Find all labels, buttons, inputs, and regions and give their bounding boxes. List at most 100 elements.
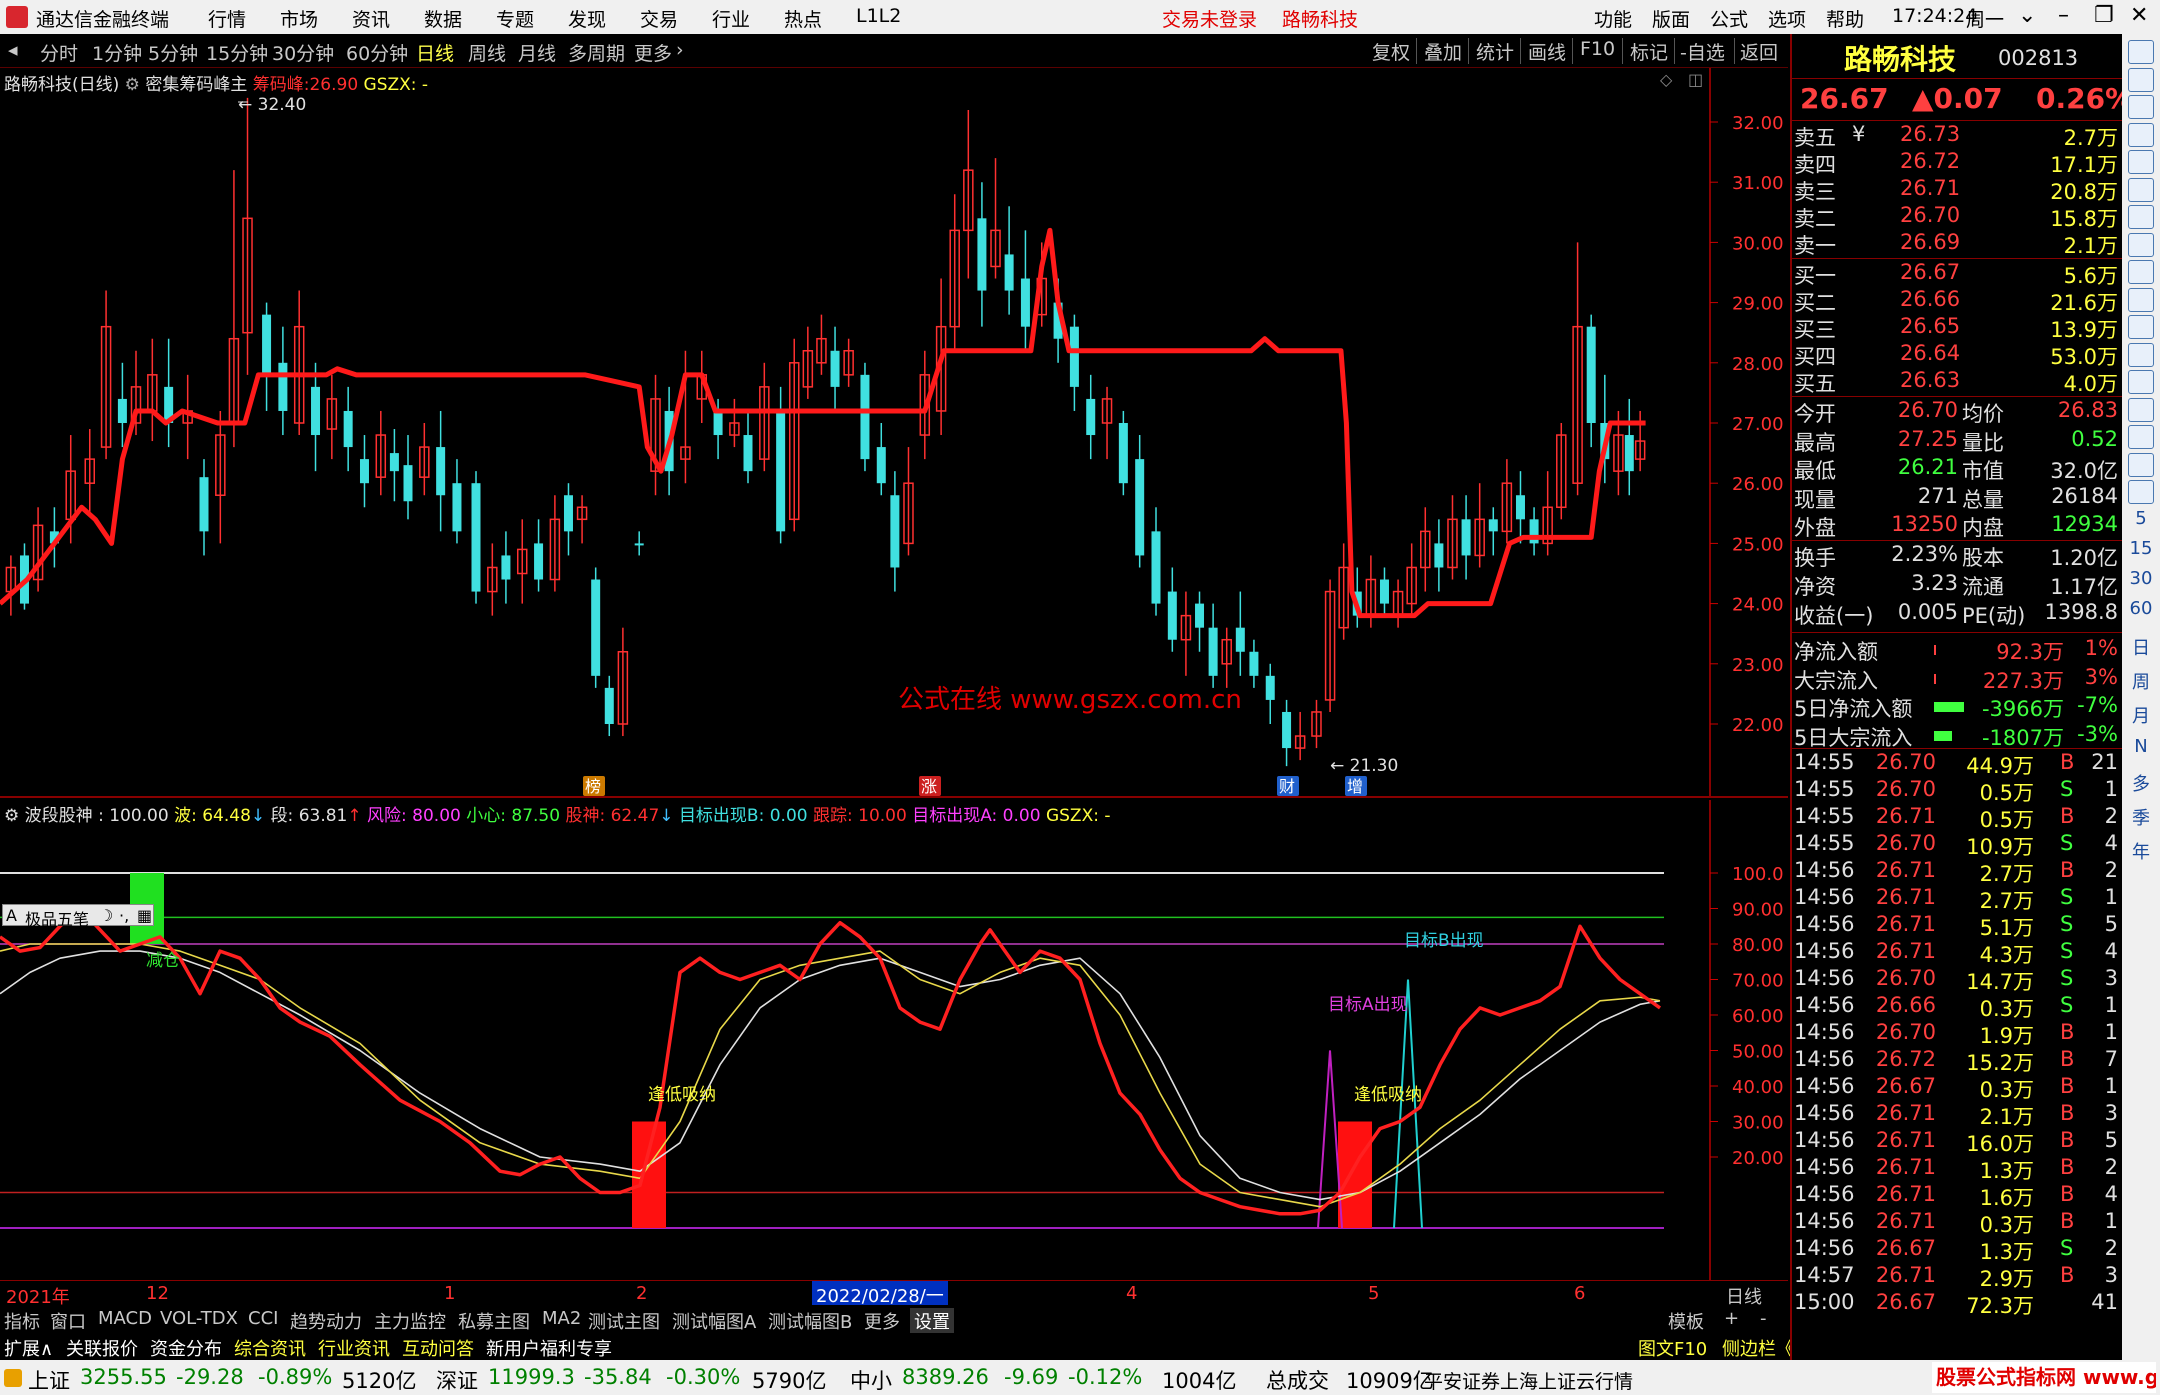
index-sh-name[interactable]: 上证 — [28, 1365, 70, 1395]
tab-remove[interactable]: - — [1760, 1308, 1767, 1329]
grid-icon[interactable] — [2128, 122, 2154, 147]
move-icon[interactable] — [2128, 397, 2154, 422]
people-icon[interactable] — [2128, 315, 2154, 339]
f2-icon[interactable] — [2128, 287, 2154, 312]
menu-item-discover[interactable]: 发现 — [568, 5, 606, 32]
f10-icon[interactable] — [2128, 232, 2154, 257]
period-shortcut[interactable]: 季 — [2122, 804, 2160, 830]
period-number-60[interactable]: 60 — [2122, 598, 2160, 619]
tab-test-sub-b[interactable]: 测试幅图B — [768, 1308, 852, 1334]
main-chart-panel[interactable]: 路畅科技(日线) ⚙ 密集筹码峰主 筹码峰:26.90 GSZX: - ◇ ◫ … — [0, 68, 1788, 798]
pencil-icon[interactable] — [2128, 425, 2154, 449]
menu-item-l1l2[interactable]: L1L2 — [856, 5, 901, 27]
tab-industry-news[interactable]: 行业资讯 — [318, 1335, 390, 1361]
index-sz-name[interactable]: 深证 — [436, 1365, 478, 1395]
tool-overlay[interactable]: 叠加 — [1424, 38, 1462, 65]
minimize-icon[interactable]: – — [2058, 3, 2069, 28]
period-daily[interactable]: 日线 — [416, 39, 454, 66]
chart-icon[interactable] — [2128, 150, 2154, 174]
period-shortcut[interactable]: 年 — [2122, 838, 2160, 864]
doc-icon[interactable] — [2128, 452, 2154, 477]
tab-trend-power[interactable]: 趋势动力 — [290, 1308, 362, 1334]
period-more[interactable]: 更多 — [634, 39, 672, 66]
table-icon[interactable] — [2128, 260, 2154, 284]
menu-item-quotes[interactable]: 行情 — [208, 5, 246, 32]
period-multi[interactable]: 多周期 — [568, 39, 625, 66]
login-status[interactable]: 交易未登录 — [1162, 5, 1257, 32]
period-shortcut[interactable]: 多 — [2122, 770, 2160, 796]
menu-item-industry[interactable]: 行业 — [712, 5, 750, 32]
menu-item-topics[interactable]: 专题 — [496, 5, 534, 32]
menu-item-formula[interactable]: 公式 — [1710, 5, 1748, 32]
menu-item-options[interactable]: 选项 — [1768, 5, 1806, 32]
period-1min[interactable]: 1分钟 — [92, 39, 142, 66]
tab-related-quotes[interactable]: 关联报价 — [66, 1335, 138, 1361]
menu-item-hot[interactable]: 热点 — [784, 5, 822, 32]
maximize-icon[interactable]: ❐ — [2094, 3, 2114, 28]
ime-icon[interactable]: A — [6, 906, 17, 925]
tab-test-main[interactable]: 测试主图 — [588, 1308, 660, 1334]
index-zx-name[interactable]: 中小 — [850, 1365, 892, 1395]
period-number-15[interactable]: 15 — [2122, 538, 2160, 559]
crosshair-icon[interactable] — [2128, 342, 2154, 367]
pie-icon[interactable] — [2128, 480, 2154, 504]
menu-item-function[interactable]: 功能 — [1594, 5, 1632, 32]
indicator-panel[interactable]: ⚙ 波段股神 : 100.00 波: 64.48↓ 段: 63.81↑ 风险: … — [0, 800, 1788, 1280]
tab-expand[interactable]: 扩展∧ — [4, 1335, 53, 1361]
tab-interactive-qa[interactable]: 互动问答 — [402, 1335, 474, 1361]
tab-ma2[interactable]: MA2 — [542, 1308, 581, 1329]
close-panel-icon[interactable] — [2128, 40, 2154, 64]
up-arrow-icon[interactable] — [2128, 67, 2154, 92]
tool-back[interactable]: 返回 — [1740, 38, 1778, 65]
tab-fund-distribution[interactable]: 资金分布 — [150, 1335, 222, 1361]
candle-icon[interactable] — [2128, 177, 2154, 202]
tab-vol-tdx[interactable]: VOL-TDX — [160, 1308, 238, 1329]
period-weekly[interactable]: 周线 — [468, 39, 506, 66]
period-shortcut[interactable]: 日 — [2122, 634, 2160, 660]
ime-toolbar[interactable]: A 极品五笔 ☽ ·, ▦ — [2, 904, 154, 929]
period-number-30[interactable]: 30 — [2122, 568, 2160, 589]
tab-private-main[interactable]: 私募主图 — [458, 1308, 530, 1334]
dropdown-icon[interactable]: ⌄ — [2018, 3, 2036, 28]
tab-settings[interactable]: 设置 — [910, 1308, 954, 1334]
tool-f10[interactable]: F10 — [1580, 38, 1615, 60]
menu-item-market[interactable]: 市场 — [280, 5, 318, 32]
list-icon[interactable] — [2128, 205, 2154, 229]
rsi-icon[interactable] — [2128, 370, 2154, 394]
tool-remove-watchlist[interactable]: -自选 — [1680, 38, 1725, 65]
ad-banner[interactable]: 股票公式指标网 www.gszx.com.cn — [1932, 1362, 2156, 1393]
tab-cci[interactable]: CCI — [248, 1308, 278, 1329]
tab-template[interactable]: 模板 — [1668, 1308, 1704, 1334]
tab-general-news[interactable]: 综合资讯 — [234, 1335, 306, 1361]
candlestick-chart[interactable]: 32.00 31.00 30.00 29.00 28.00 27.00 26.00 25.00… — [0, 68, 1788, 798]
more-arrow-icon[interactable]: › — [676, 39, 684, 61]
menu-item-news[interactable]: 资讯 — [352, 5, 390, 32]
menu-item-help[interactable]: 帮助 — [1826, 5, 1864, 32]
ime-keyboard-icon[interactable]: ▦ — [137, 906, 152, 925]
period-shortcut[interactable]: 月 — [2122, 702, 2160, 728]
tab-new-user-benefits[interactable]: 新用户福利专享 — [486, 1335, 612, 1361]
menu-item-trade[interactable]: 交易 — [640, 5, 678, 32]
collapse-icon[interactable]: ◂ — [8, 39, 18, 61]
period-60min[interactable]: 60分钟 — [346, 39, 408, 66]
period-15min[interactable]: 15分钟 — [206, 39, 268, 66]
close-icon[interactable]: ✕ — [2130, 3, 2148, 28]
ime-punct-icon[interactable]: ·, — [119, 906, 129, 925]
tab-more[interactable]: 更多 — [864, 1308, 900, 1334]
tab-add[interactable]: + — [1724, 1308, 1739, 1329]
tab-indicator[interactable]: 指标 — [4, 1308, 40, 1334]
period-intraday[interactable]: 分时 — [40, 39, 78, 66]
period-shortcut[interactable]: 周 — [2122, 668, 2160, 694]
tool-draw[interactable]: 画线 — [1528, 38, 1566, 65]
ime-moon-icon[interactable]: ☽ — [99, 906, 113, 925]
tool-stats[interactable]: 统计 — [1476, 38, 1514, 65]
menu-item-layout[interactable]: 版面 — [1652, 5, 1690, 32]
period-30min[interactable]: 30分钟 — [272, 39, 334, 66]
menu-item-data[interactable]: 数据 — [424, 5, 462, 32]
period-monthly[interactable]: 月线 — [518, 39, 556, 66]
period-number-5[interactable]: 5 — [2122, 508, 2160, 529]
tab-main-monitor[interactable]: 主力监控 — [374, 1308, 446, 1334]
tool-mark[interactable]: 标记 — [1630, 38, 1668, 65]
tab-sidebar[interactable]: 侧边栏《 — [1722, 1335, 1794, 1361]
period-5min[interactable]: 5分钟 — [148, 39, 198, 66]
